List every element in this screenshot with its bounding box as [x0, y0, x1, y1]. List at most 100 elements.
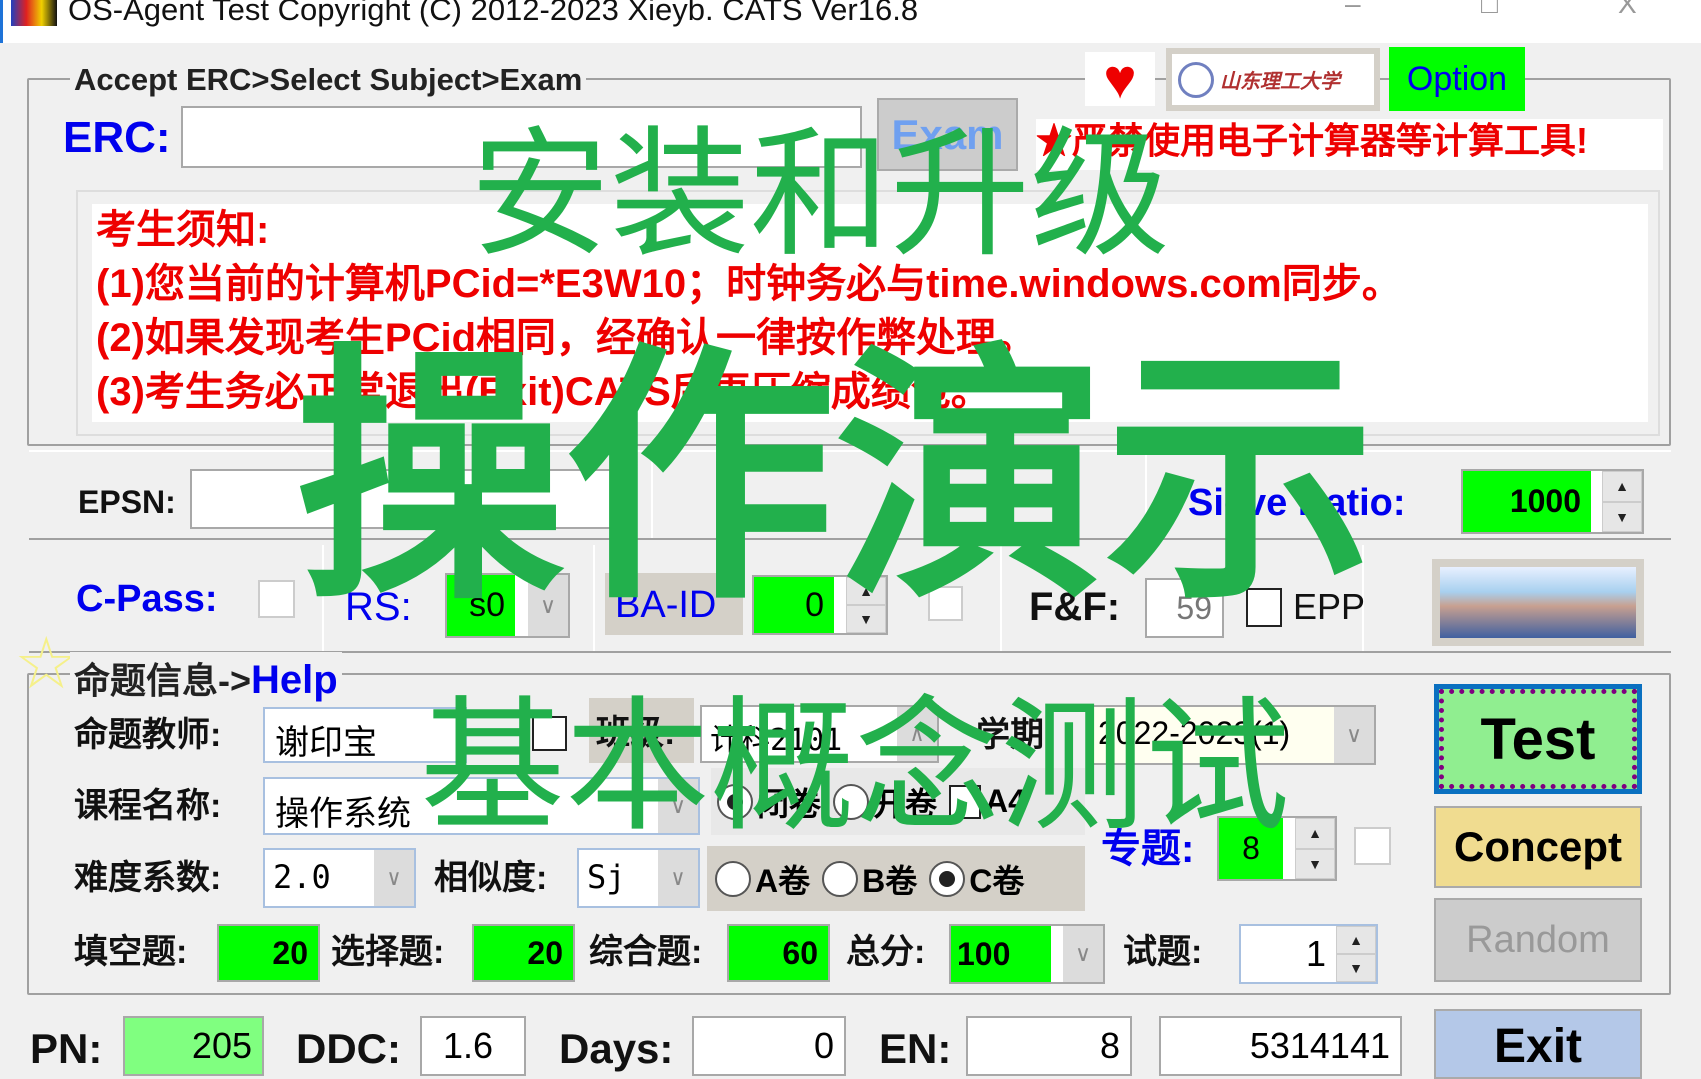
checkbox-icon[interactable] [949, 784, 982, 819]
down-arrow-icon[interactable]: ▼ [1336, 954, 1376, 982]
title-bar: OS-Agent Test Copyright (C) 2012-2023 Xi… [0, 0, 1701, 43]
a4-checkbox[interactable]: A4 [949, 783, 1026, 820]
epsn-input[interactable] [190, 469, 616, 529]
maximize-button[interactable]: □ [1481, 0, 1498, 20]
paper-b-radio[interactable]: B卷 [822, 856, 917, 902]
choice-label: 选择题: [331, 933, 445, 971]
ff-label: F&F: [1029, 585, 1121, 629]
spinner-arrows[interactable]: ▲ ▼ [1602, 471, 1642, 532]
test-value: 1 [1305, 933, 1326, 974]
down-arrow-icon[interactable]: ▼ [1295, 848, 1335, 879]
minimize-button[interactable]: – [1345, 0, 1361, 20]
sieve-ratio-spinner[interactable]: 1000 ▲ ▼ [1461, 469, 1644, 534]
total-label: 总分: [846, 933, 926, 971]
baid-checkbox[interactable] [928, 586, 963, 621]
app-icon [11, 0, 57, 26]
star-icon: ☆ [14, 624, 79, 704]
erc-label: ERC: [63, 113, 171, 162]
chevron-down-icon[interactable]: ∨ [658, 850, 698, 906]
close-button[interactable]: X [1618, 0, 1637, 20]
university-logo: 山东理工大学 [1166, 48, 1380, 111]
down-arrow-icon[interactable]: ▼ [846, 605, 886, 633]
divider [322, 545, 324, 651]
pn-value: 205 [123, 1016, 264, 1076]
exam-group-legend: Accept ERC>Select Subject>Exam [70, 62, 587, 98]
epp-checkbox[interactable] [1246, 588, 1282, 627]
comp-value[interactable]: 60 [727, 924, 830, 982]
test-spinner[interactable]: 1 ▲ ▼ [1239, 924, 1378, 984]
rs-label: RS: [345, 585, 412, 629]
radio-icon[interactable] [717, 783, 753, 820]
term-value: 2022-2023(1) [1098, 715, 1291, 751]
sieve-ratio-label: Sieve Ratio: [1188, 482, 1406, 524]
exam-button[interactable]: Exam [877, 98, 1018, 171]
ff-value[interactable]: 59 [1145, 578, 1224, 638]
ddc-label: DDC: [296, 1025, 401, 1072]
up-arrow-icon[interactable]: ▲ [1336, 926, 1376, 954]
window-title: OS-Agent Test Copyright (C) 2012-2023 Xi… [68, 0, 919, 27]
up-arrow-icon[interactable]: ▲ [1602, 471, 1642, 502]
notice-line: (2)如果发现考生PCid相同，经确认一律按作弊处理。 [96, 316, 1036, 360]
total-select[interactable]: 100 ∨ [949, 924, 1105, 984]
cpass-checkbox[interactable] [258, 580, 295, 618]
difficulty-label: 难度系数: [74, 859, 222, 897]
spinner-arrows[interactable]: ▲ ▼ [1295, 818, 1335, 879]
chevron-up-icon[interactable]: ∧ [897, 707, 937, 761]
radio-icon[interactable] [715, 860, 751, 897]
topic-spinner[interactable]: 8 ▲ ▼ [1217, 816, 1337, 881]
rs-select[interactable]: s0 ∨ [445, 573, 570, 638]
up-arrow-icon[interactable]: ▲ [1295, 818, 1335, 849]
random-button[interactable]: Random [1434, 898, 1642, 982]
course-select[interactable]: 操作系统 ∨ [263, 777, 700, 835]
code-value: 5314141 [1159, 1016, 1402, 1076]
choice-value[interactable]: 20 [472, 924, 575, 982]
baid-value: 0 [754, 577, 834, 633]
up-arrow-icon[interactable]: ▲ [846, 577, 886, 605]
similarity-select[interactable]: Sj ∨ [577, 848, 700, 908]
rs-value: s0 [447, 575, 515, 636]
test-button-label: Test [1439, 689, 1637, 789]
cpass-label: C-Pass: [76, 578, 218, 620]
similarity-label: 相似度: [434, 859, 548, 897]
exit-button[interactable]: Exit [1434, 1009, 1642, 1079]
topic-checkbox[interactable] [1354, 827, 1391, 865]
concept-button[interactable]: Concept [1434, 806, 1642, 888]
radio-icon[interactable] [929, 860, 966, 897]
open-book-label: 开卷 [873, 785, 938, 822]
option-button[interactable]: Option [1389, 47, 1525, 111]
erc-input[interactable] [181, 106, 862, 168]
radio-icon[interactable] [833, 783, 870, 820]
down-arrow-icon[interactable]: ▼ [1602, 501, 1642, 532]
class-value: 计科2101 [710, 723, 843, 758]
paper-a-radio[interactable]: A卷 [715, 856, 810, 902]
spinner-arrows[interactable]: ▲ ▼ [846, 577, 886, 633]
term-select[interactable]: 2022-2023(1) ∨ [1090, 705, 1376, 765]
chevron-down-icon[interactable]: ∨ [1334, 707, 1374, 763]
en-label: EN: [879, 1025, 952, 1072]
heart-icon[interactable]: ♥ [1085, 51, 1155, 107]
teacher-checkbox[interactable] [532, 716, 567, 751]
spinner-arrows[interactable]: ▲ ▼ [1336, 926, 1376, 982]
test-button[interactable]: Test [1434, 684, 1642, 794]
teacher-value: 谢印宝 [275, 724, 377, 762]
info-legend-label: 命题信息-> [74, 660, 252, 701]
chevron-down-icon[interactable]: ∨ [1063, 926, 1103, 982]
baid-spinner[interactable]: 0 ▲ ▼ [752, 575, 888, 635]
difficulty-select[interactable]: 2.0 ∨ [263, 848, 416, 908]
radio-icon[interactable] [822, 860, 859, 897]
info-legend: 命题信息->Help [70, 652, 342, 704]
closed-book-radio[interactable]: 闭卷 [717, 779, 821, 825]
class-select[interactable]: 计科2101 ∧ [700, 705, 939, 763]
chevron-down-icon[interactable]: ∨ [374, 850, 414, 906]
fill-value[interactable]: 20 [217, 924, 320, 982]
open-book-radio[interactable]: 开卷 [833, 779, 937, 825]
chevron-down-icon[interactable]: ∨ [658, 779, 698, 833]
teacher-label: 命题教师: [74, 716, 222, 754]
help-link[interactable]: Help [251, 658, 338, 702]
teacher-select[interactable]: 谢印宝 [263, 707, 467, 763]
days-value: 0 [692, 1016, 846, 1076]
paper-c-radio[interactable]: C卷 [929, 856, 1024, 902]
notice-heading: 考生须知: [96, 208, 270, 252]
user-photo [1432, 559, 1644, 646]
chevron-down-icon[interactable]: ∨ [528, 575, 568, 636]
